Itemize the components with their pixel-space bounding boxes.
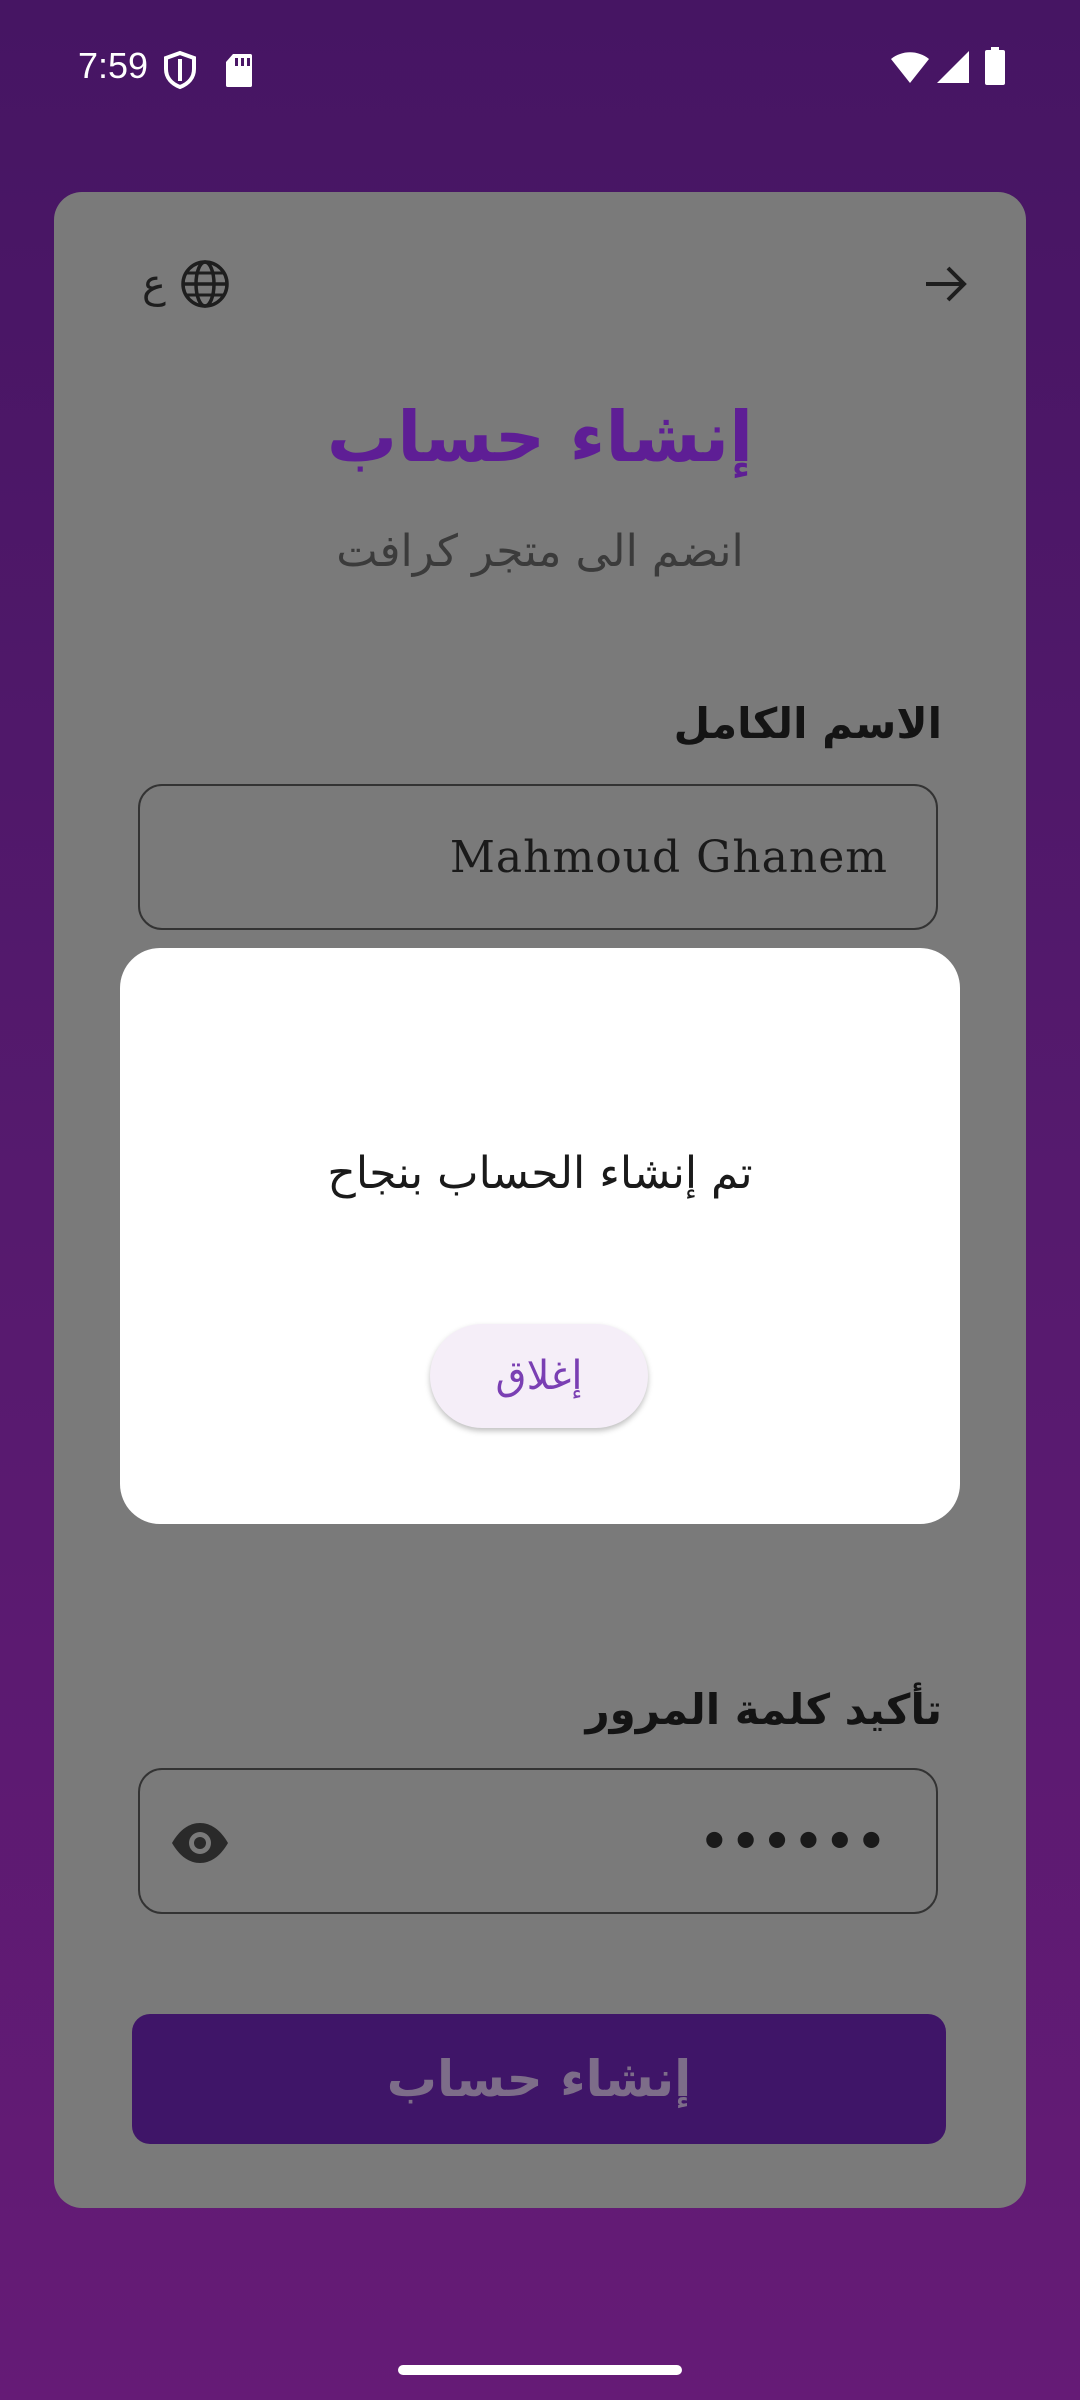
create-account-button[interactable]: إنشاء حساب [132, 2014, 946, 2144]
dialog-message: تم إنشاء الحساب بنجاح [327, 1148, 753, 1199]
page-title: إنشاء حساب [326, 396, 754, 478]
language-toggle[interactable]: ع [142, 254, 230, 314]
status-time: 7:59 [78, 45, 149, 86]
sd-card-icon [226, 54, 252, 87]
cellular-signal-icon [937, 51, 969, 83]
full-name-field[interactable]: Mahmoud Ghanem [138, 784, 938, 930]
full-name-value: Mahmoud Ghanem [449, 831, 888, 883]
shield-icon [164, 50, 196, 90]
language-letter: ع [142, 261, 166, 307]
eye-icon[interactable] [170, 1813, 230, 1873]
confirm-password-value: •••••• [699, 1814, 888, 1868]
battery-icon [985, 47, 1005, 85]
close-button[interactable]: إغلاق [430, 1324, 648, 1428]
globe-icon [181, 260, 229, 308]
arrow-forward-icon[interactable] [920, 258, 972, 310]
wifi-icon [891, 52, 929, 83]
confirm-password-field[interactable]: •••••• [138, 1768, 938, 1914]
full-name-label: الاسم الكامل [673, 699, 942, 748]
home-indicator[interactable] [398, 2365, 682, 2375]
status-bar: 7:59 [0, 0, 1080, 136]
success-dialog: تم إنشاء الحساب بنجاح إغلاق [120, 948, 960, 1524]
confirm-password-label: تأكيد كلمة المرور [585, 1685, 942, 1734]
page-subtitle: انضم الى متجر كرافت [336, 526, 744, 577]
